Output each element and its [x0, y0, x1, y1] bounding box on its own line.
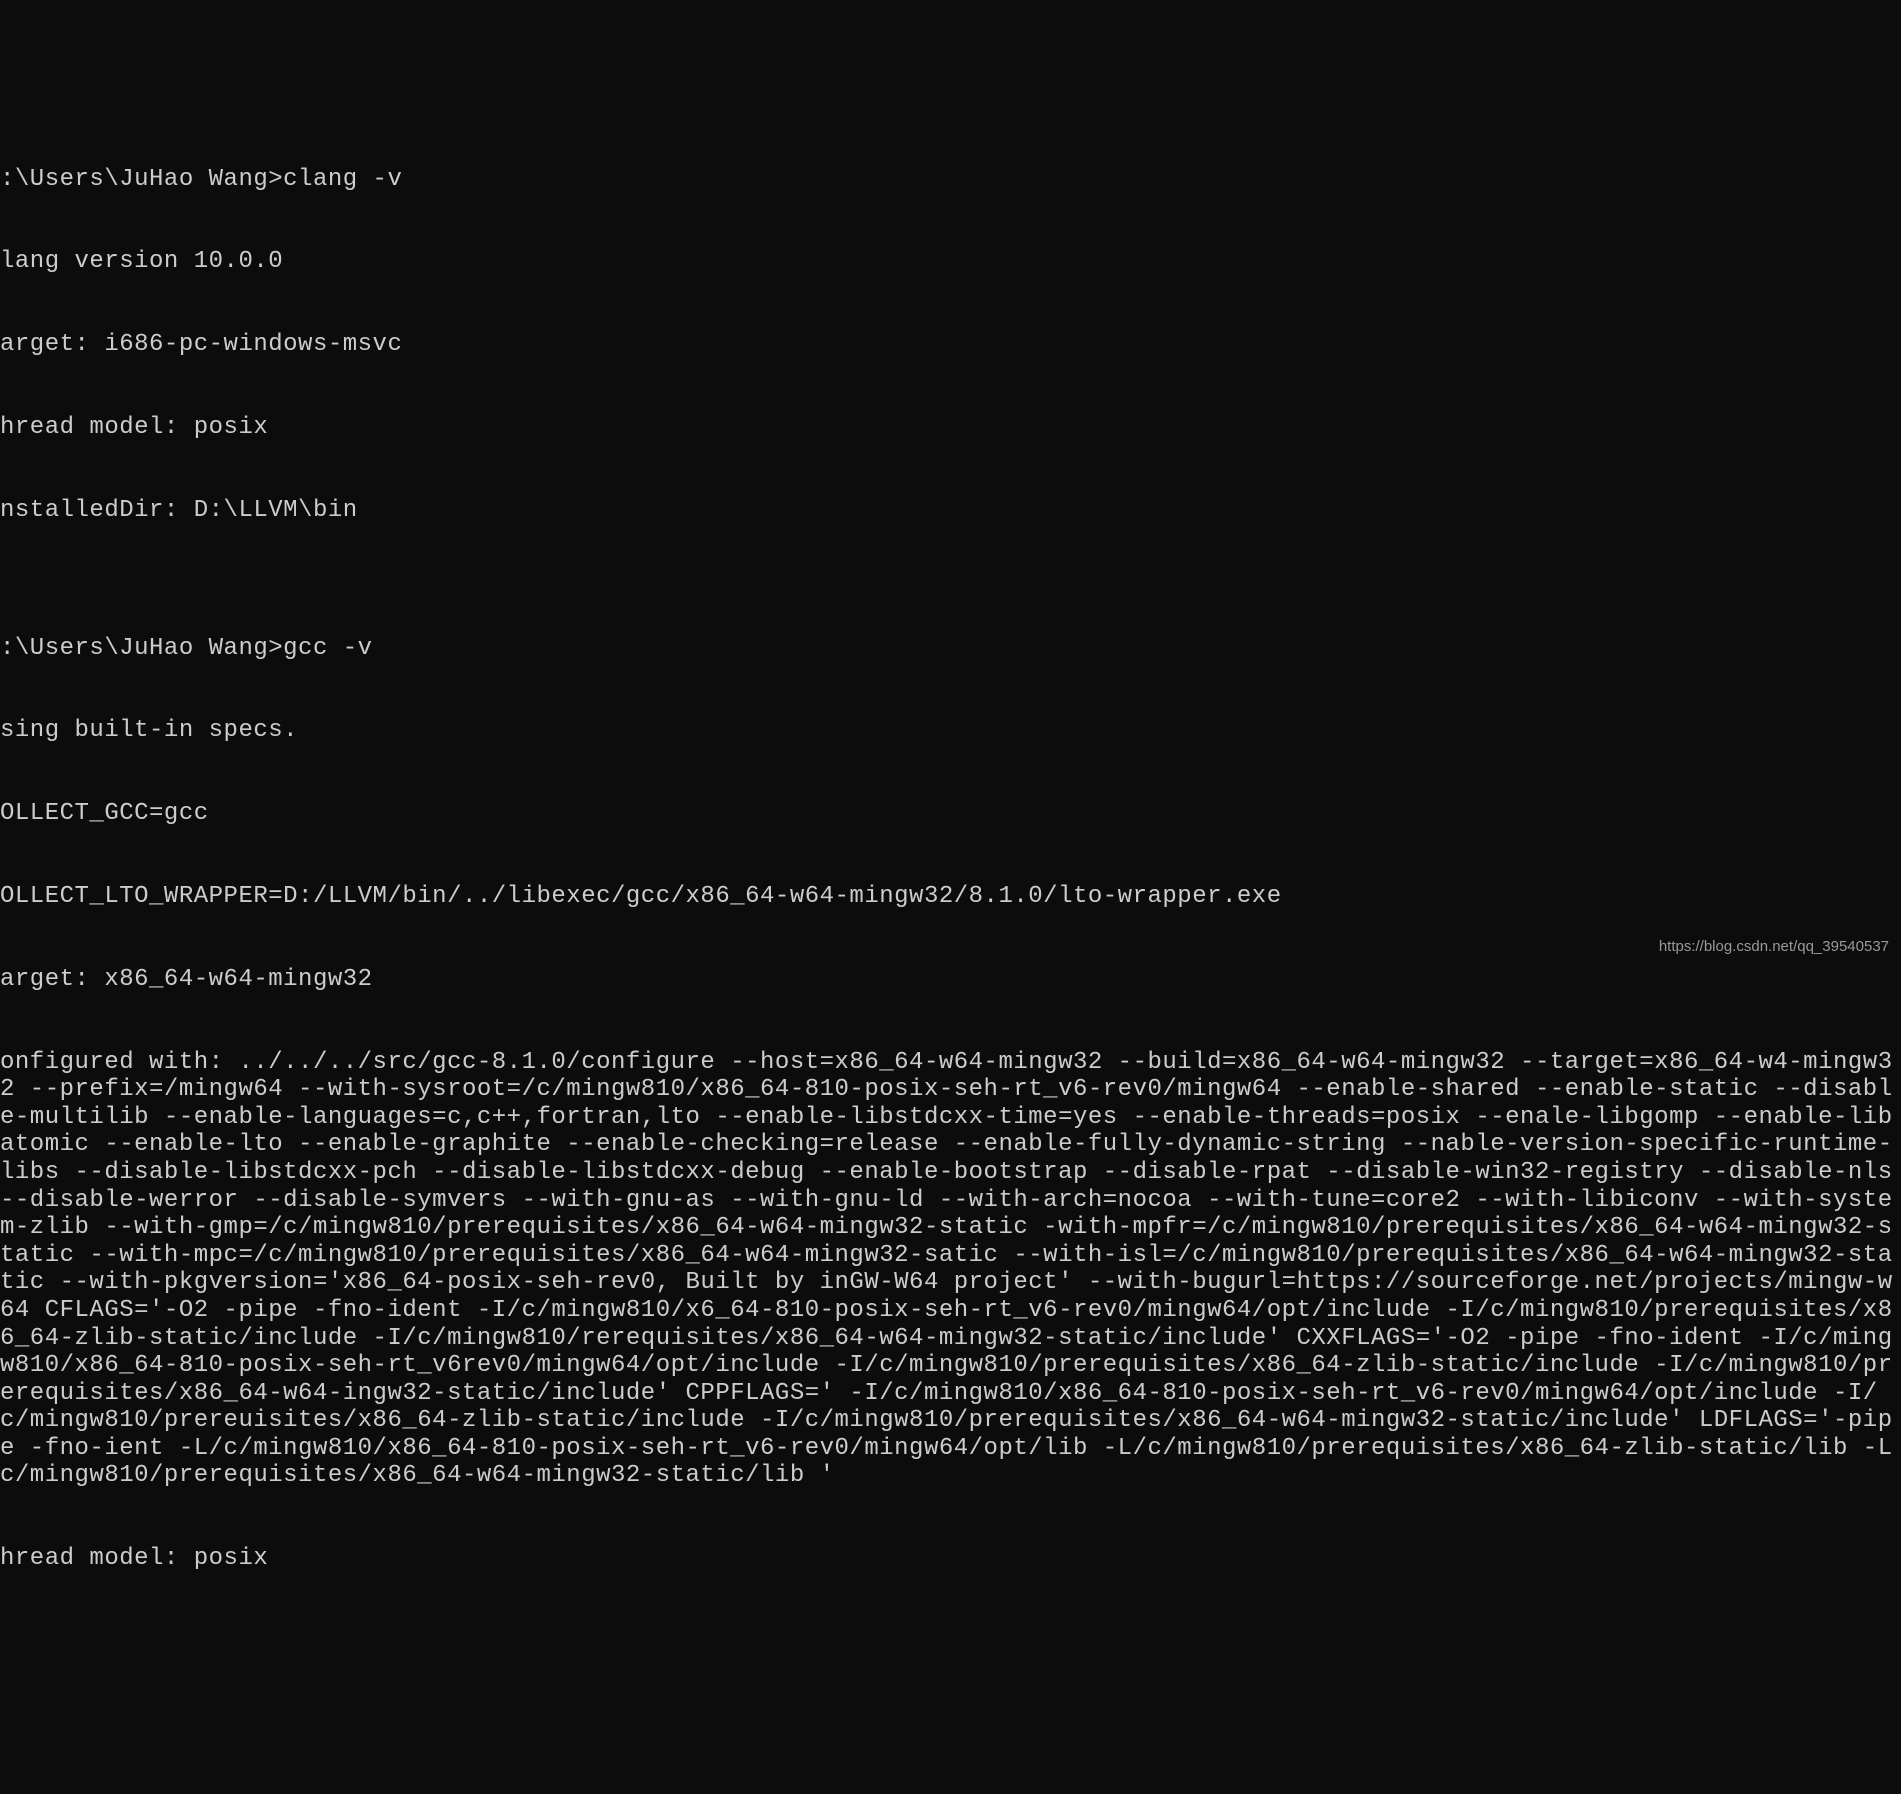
- terminal-line: arget: i686-pc-windows-msvc: [0, 331, 1901, 359]
- watermark-text: https://blog.csdn.net/qq_39540537: [1659, 938, 1889, 955]
- terminal-line: nstalledDir: D:\LLVM\bin: [0, 497, 1901, 525]
- terminal-line: sing built-in specs.: [0, 717, 1901, 745]
- terminal-output: :\Users\JuHao Wang>clang -v lang version…: [0, 110, 1901, 1600]
- terminal-line: hread model: posix: [0, 1545, 1901, 1573]
- terminal-line: :\Users\JuHao Wang>clang -v: [0, 166, 1901, 194]
- terminal-line: arget: x86_64-w64-mingw32: [0, 966, 1901, 994]
- terminal-line: OLLECT_GCC=gcc: [0, 800, 1901, 828]
- terminal-line: :\Users\JuHao Wang>gcc -v: [0, 635, 1901, 663]
- terminal-line: lang version 10.0.0: [0, 248, 1901, 276]
- terminal-line: OLLECT_LTO_WRAPPER=D:/LLVM/bin/../libexe…: [0, 883, 1901, 911]
- terminal-line: hread model: posix: [0, 414, 1901, 442]
- terminal-line: onfigured with: ../../../src/gcc-8.1.0/c…: [0, 1049, 1901, 1491]
